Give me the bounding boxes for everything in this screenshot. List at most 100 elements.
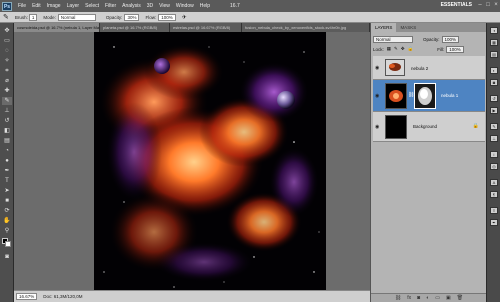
fill-field[interactable]: 100% [446,45,464,53]
menu-file[interactable]: File [18,3,26,9]
clone-source-panel-icon[interactable]: ⊥ [490,135,498,142]
history-brush-tool-icon[interactable]: ↺ [2,117,12,125]
type-tool-icon[interactable]: T [2,177,12,185]
history-panel-icon[interactable]: ↺ [490,95,498,102]
brush-size-picker[interactable]: 1 [28,13,38,21]
link-layers-icon[interactable]: ⛓ [395,295,401,301]
menu-image[interactable]: Image [47,3,61,9]
3d-rotate-tool-icon[interactable]: ⟳ [2,207,12,215]
menu-bar: Ps File Edit Image Layer Select Filter A… [0,0,500,12]
zoom-level-menu[interactable]: 16.7 [230,3,240,9]
add-mask-icon[interactable]: ◙ [417,295,420,301]
airbrush-icon[interactable]: ✈ [182,14,187,21]
color-panel-icon[interactable]: ◑ [490,27,498,34]
maximize-icon[interactable]: □ [484,1,492,9]
hand-tool-icon[interactable]: ✋ [2,217,12,225]
quick-select-tool-icon[interactable]: ✧ [2,57,12,65]
lock-position-icon[interactable]: ✥ [401,46,405,52]
document-size-info[interactable]: Doc: 61,3M/120,0M [43,294,82,299]
paths-panel-icon[interactable]: ✒ [490,219,498,226]
tab-masks[interactable]: MASKS [396,23,420,32]
visibility-eye-icon[interactable]: ◉ [375,93,381,99]
menu-select[interactable]: Select [85,3,99,9]
gradient-tool-icon[interactable]: ▤ [2,137,12,145]
path-select-tool-icon[interactable]: ➤ [2,187,12,195]
lock-pixels-icon[interactable]: ✎ [394,46,398,52]
nebula-1-thumbnail-art [386,84,406,108]
healing-tool-icon[interactable]: ✚ [2,87,12,95]
character-panel-icon[interactable]: A [490,179,498,186]
document-tabs: cosmoleida.psd @ 16.7% (nebula 1, Layer … [14,23,370,32]
menu-analysis[interactable]: Analysis [122,3,141,9]
blend-mode-select[interactable]: Normal [373,35,413,43]
visibility-eye-icon[interactable]: ◉ [375,65,381,71]
visibility-eye-icon[interactable]: ◉ [375,124,381,130]
dodge-tool-icon[interactable]: ● [2,157,12,165]
brushes-panel-icon[interactable]: ✎ [490,123,498,130]
layer-opacity-field[interactable]: 100% [441,35,460,43]
menu-edit[interactable]: Edit [32,3,41,9]
info-panel-icon[interactable]: i [490,151,498,158]
opacity-field[interactable]: 30% [124,13,140,21]
flow-field[interactable]: 100% [158,13,176,21]
layer-name[interactable]: nebula 1 [441,93,458,98]
minimize-icon[interactable]: – [476,1,484,9]
zoom-tool-icon[interactable]: ⚲ [2,227,12,235]
adjustments-panel-icon[interactable]: ◐ [490,67,498,74]
menu-window[interactable]: Window [176,3,194,9]
background-color-swatch[interactable] [5,241,11,247]
pen-tool-icon[interactable]: ✒ [2,167,12,175]
blur-tool-icon[interactable]: ◔ [2,147,12,155]
swatches-panel-icon[interactable]: ▦ [490,39,498,46]
tab-fusion-nebula[interactable]: fusion_nebula_check_by_xenoxenflds_stock… [242,23,370,32]
brush-tool-icon[interactable]: ✎ [2,97,12,105]
navigator-panel-icon[interactable]: ◎ [490,163,498,170]
menu-help[interactable]: Help [200,3,210,9]
tab-cosmoleida[interactable]: cosmoleida.psd @ 16.7% (nebula 1, Layer … [14,23,100,32]
delete-layer-icon[interactable]: 🗑 [457,295,463,301]
brush-tool-icon[interactable]: ✎ [3,13,9,21]
styles-panel-icon[interactable]: ▤ [490,51,498,58]
tab-layers[interactable]: LAYERS [371,23,397,32]
new-group-icon[interactable]: ▭ [435,295,440,301]
eyedropper-tool-icon[interactable]: ⌀ [2,77,12,85]
layer-row-nebula-2[interactable]: ◉ nebula 2 [373,56,485,80]
zoom-field[interactable]: 16.67% [16,293,38,300]
masks-panel-icon[interactable]: ◙ [490,79,498,86]
tab-planeta[interactable]: planeta.psd @ 16.7% (RGB/8) [100,23,170,32]
mode-select[interactable]: Normal [57,13,96,21]
workspace-switcher[interactable]: ESSENTIALS [441,2,472,8]
menu-layer[interactable]: Layer [67,3,80,9]
new-layer-icon[interactable]: ▣ [446,295,451,301]
eraser-tool-icon[interactable]: ◧ [2,127,12,135]
channels-panel-icon[interactable]: ≡ [490,207,498,214]
document-canvas[interactable] [94,32,326,294]
layers-panel-footer: ⛓ fx ◙ ◐ ▭ ▣ 🗑 [371,293,487,302]
lock-transparency-icon[interactable]: ▦ [387,46,391,52]
menu-filter[interactable]: Filter [105,3,116,9]
close-icon[interactable]: × [492,1,500,9]
layer-row-background[interactable]: ◉ Background 🔒 [373,112,485,142]
quick-mask-icon[interactable]: ◙ [2,253,12,261]
paragraph-panel-icon[interactable]: ¶ [490,191,498,198]
menu-3d[interactable]: 3D [147,3,153,9]
menu-view[interactable]: View [159,3,170,9]
shape-tool-icon[interactable]: ■ [2,197,12,205]
lock-fill-row: Lock: ▦ ✎ ✥ 🔒 Fill: 100% [373,45,464,53]
layer-name[interactable]: Background [413,124,437,129]
document-workspace [14,32,370,294]
layer-name[interactable]: nebula 2 [411,66,428,71]
adjustment-layer-icon[interactable]: ◐ [426,295,429,301]
move-tool-icon[interactable]: ✥ [2,27,12,35]
crop-tool-icon[interactable]: ⌗ [2,67,12,75]
lasso-tool-icon[interactable]: ◌ [2,47,12,55]
clone-stamp-tool-icon[interactable]: ⊥ [2,107,12,115]
layer-row-nebula-1[interactable]: ◉ ⛓ nebula 1 [373,80,485,112]
layer-style-icon[interactable]: fx [407,295,411,301]
actions-panel-icon[interactable]: ▶ [490,107,498,114]
tab-estrelas[interactable]: estrelas.psd @ 16.67% (RGB/8) [170,23,242,32]
layer-mask-thumbnail[interactable] [414,83,436,109]
lock-all-icon[interactable]: 🔒 [408,46,414,52]
options-bar: ✎ Brush: 1 Mode: Normal Opacity: 30% Flo… [0,12,500,23]
marquee-tool-icon[interactable]: ▭ [2,37,12,45]
